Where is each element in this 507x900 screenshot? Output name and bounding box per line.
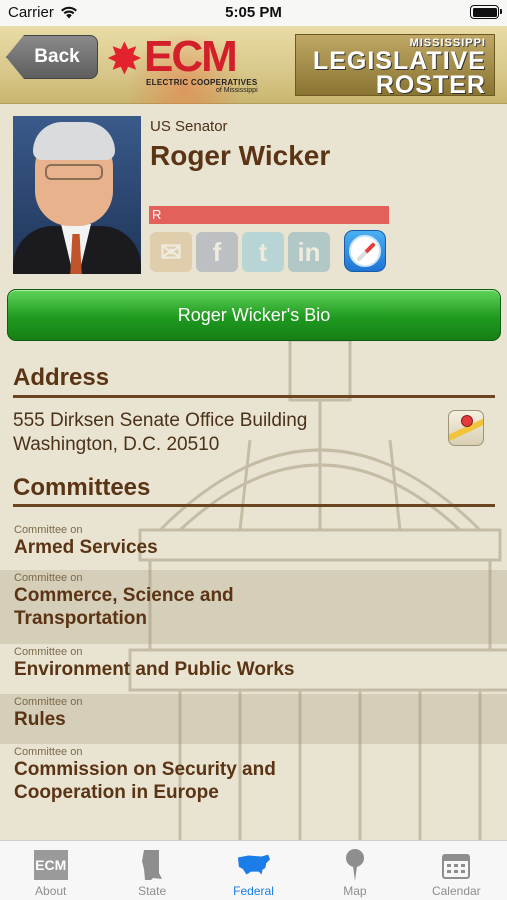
title-line-2: ROSTER	[375, 71, 486, 99]
facebook-icon[interactable]: f	[196, 232, 238, 272]
legislator-role: US Senator	[150, 118, 228, 135]
tab-federal[interactable]: Federal	[203, 841, 304, 900]
map-pin-icon	[338, 848, 372, 882]
logo-text: ECM	[144, 32, 238, 81]
address-line-1: 555 Dirksen Senate Office Building	[13, 410, 308, 431]
committee-caption: Committee on	[14, 746, 83, 758]
committees-divider	[13, 504, 495, 507]
senator-photo	[13, 116, 141, 274]
maps-icon[interactable]	[448, 410, 484, 446]
app-header: Back ✸ ECM ELECTRIC COOPERATIVES of Miss…	[0, 26, 507, 104]
tab-about[interactable]: ECM About	[0, 841, 101, 900]
committee-name: Rules	[14, 709, 66, 730]
legislative-roster-title: MISSISSIPPI LEGISLATIVE ROSTER	[295, 34, 495, 99]
status-time: 5:05 PM	[225, 4, 282, 21]
committee-item[interactable]: Committee on Environment and Public Work…	[0, 644, 507, 694]
tab-label: State	[138, 884, 167, 898]
social-links: ✉ f t in	[150, 232, 330, 272]
ecm-logo: ✸ ECM ELECTRIC COOPERATIVES of Mississip…	[106, 34, 278, 96]
committees-heading: Committees	[13, 474, 151, 501]
committee-caption: Committee on	[14, 572, 83, 584]
committee-item[interactable]: Committee on Rules	[0, 694, 507, 744]
calendar-icon	[439, 848, 473, 882]
committee-name: Armed Services	[14, 537, 158, 558]
committee-caption: Committee on	[14, 524, 83, 536]
mail-icon[interactable]: ✉	[150, 232, 192, 272]
committee-name: Commerce, Science and Transportation	[14, 585, 234, 629]
address-line-2: Washington, D.C. 20510	[13, 434, 220, 455]
title-line-1: LEGISLATIVE	[312, 47, 486, 75]
logo-subtitle: ELECTRIC COOPERATIVES	[146, 78, 258, 87]
logo-star-icon: ✸	[106, 35, 143, 84]
tab-label: Calendar	[431, 884, 481, 898]
legislator-name: Roger Wicker	[150, 140, 331, 171]
committee-item[interactable]: Committee on Commerce, Science and Trans…	[0, 570, 507, 644]
safari-icon[interactable]	[344, 230, 386, 272]
bio-button[interactable]: Roger Wicker's Bio	[7, 289, 501, 341]
committee-caption: Committee on	[14, 646, 83, 658]
committee-name: Commission on Security and Cooperation i…	[14, 759, 276, 803]
committee-name: Environment and Public Works	[14, 659, 295, 680]
status-bar: Carrier 5:05 PM	[0, 0, 507, 26]
tab-map[interactable]: Map	[304, 841, 405, 900]
committee-caption: Committee on	[14, 696, 83, 708]
tab-state[interactable]: State	[101, 841, 202, 900]
tab-label: About	[35, 884, 67, 898]
address-divider	[13, 395, 495, 398]
battery-icon	[470, 5, 502, 19]
twitter-icon[interactable]: t	[242, 232, 284, 272]
ecm-icon: ECM	[33, 848, 68, 882]
tab-label: Federal	[233, 884, 274, 898]
address-heading: Address	[13, 364, 110, 391]
usa-map-icon	[237, 848, 271, 882]
committee-item[interactable]: Committee on Armed Services	[0, 522, 507, 570]
committee-item[interactable]: Committee on Commission on Security and …	[0, 744, 507, 818]
tab-calendar[interactable]: Calendar	[406, 841, 507, 900]
tab-bar: ECM About State Federal Map Calendar	[0, 840, 507, 900]
logo-subtitle-2: of Mississippi	[216, 87, 258, 94]
mississippi-icon	[135, 848, 169, 882]
back-button[interactable]: Back	[6, 35, 98, 79]
party-badge: R	[149, 206, 389, 224]
linkedin-icon[interactable]: in	[288, 232, 330, 272]
tab-label: Map	[343, 884, 367, 898]
